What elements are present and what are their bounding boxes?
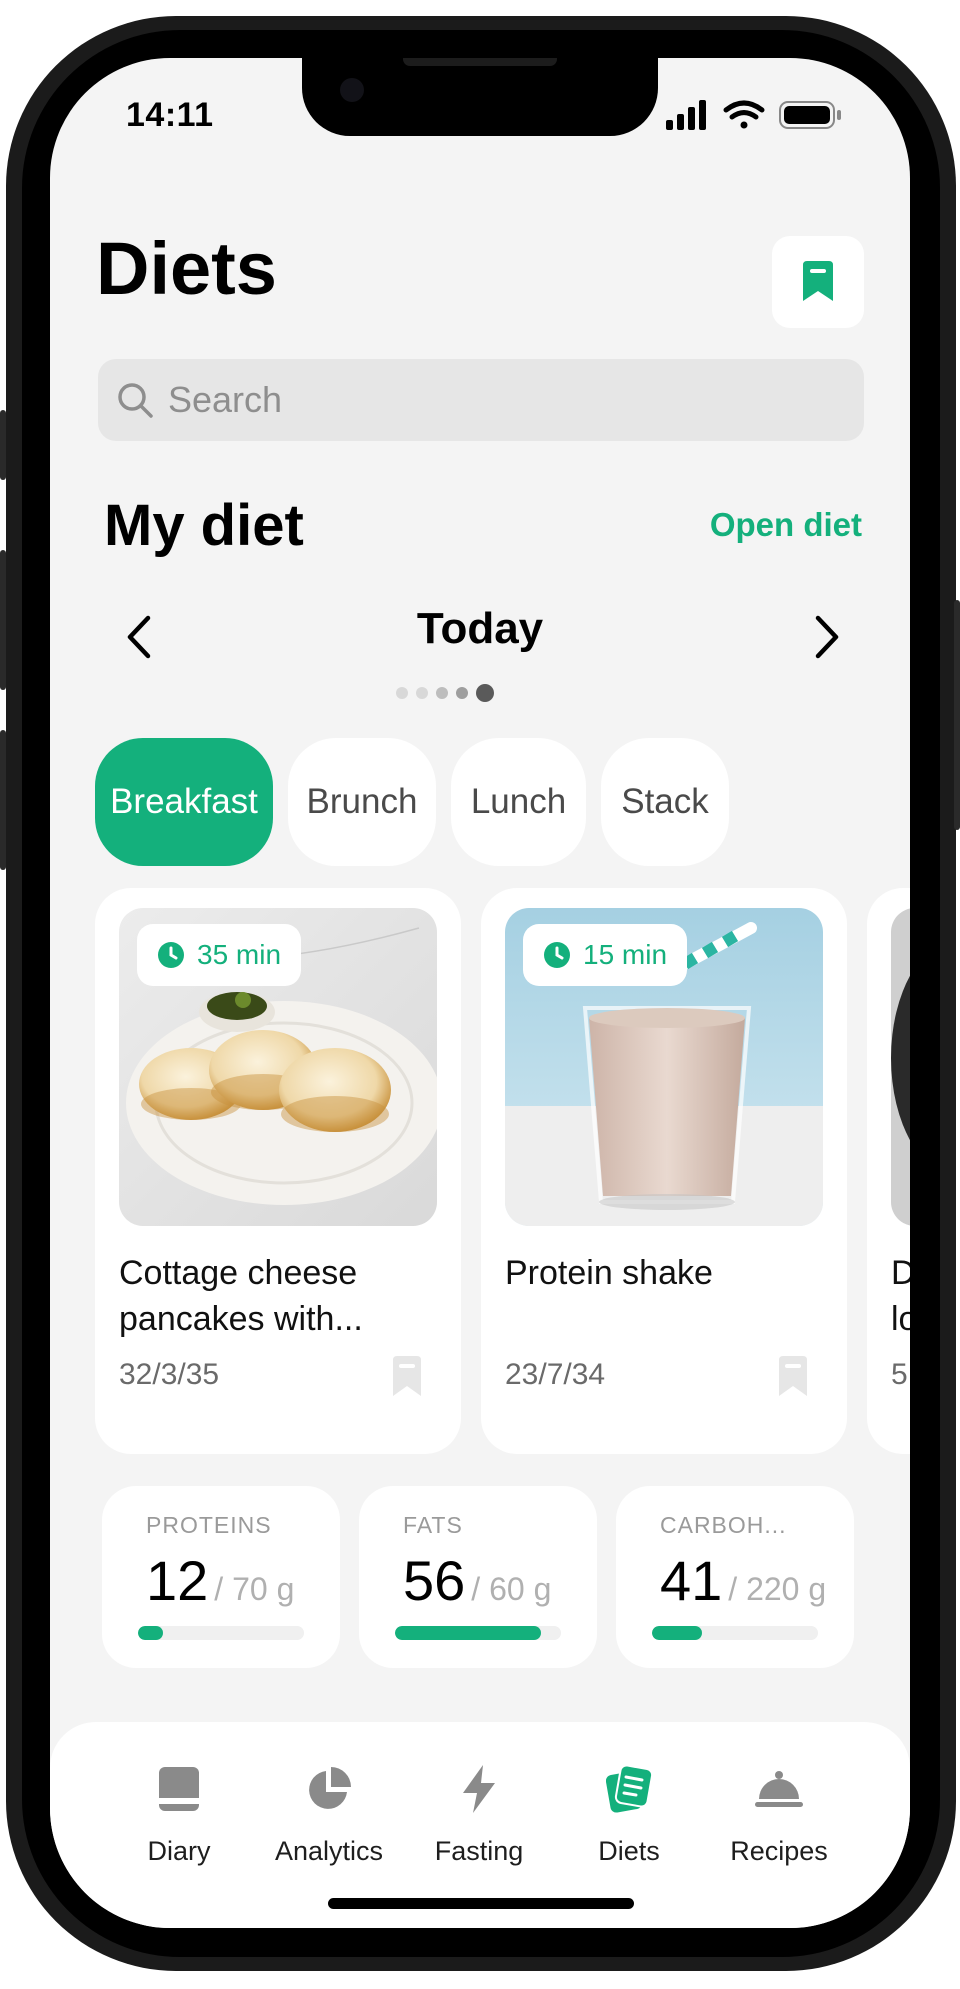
cook-time: 15 min bbox=[583, 939, 668, 970]
clock-icon bbox=[158, 942, 184, 968]
side-button bbox=[0, 410, 6, 480]
tab-label: Recipes bbox=[730, 1836, 828, 1866]
tab-diary[interactable]: Diary bbox=[104, 1762, 254, 1867]
nutrient-value: 56/ 60 g bbox=[403, 1548, 551, 1613]
meal-tab-lunch[interactable]: Lunch bbox=[451, 738, 586, 866]
recipe-name: D lo bbox=[891, 1254, 910, 1338]
home-indicator bbox=[328, 1898, 634, 1909]
diary-icon bbox=[159, 1767, 199, 1811]
recipe-name: Cottage cheese pancakes with... bbox=[119, 1254, 363, 1338]
chevron-right-icon[interactable] bbox=[808, 614, 844, 660]
nutrient-amount: 12 bbox=[146, 1549, 209, 1612]
tab-diets[interactable]: Diets bbox=[554, 1762, 704, 1867]
meal-tab-stack[interactable]: Stack bbox=[601, 738, 729, 866]
tab-label: Fasting bbox=[434, 1836, 524, 1866]
recipe-photo-partial bbox=[891, 908, 910, 1226]
nutrient-label: FATS bbox=[403, 1512, 463, 1538]
side-button bbox=[0, 550, 6, 690]
progress-fill bbox=[138, 1626, 163, 1640]
nutrient-label: CARBOH... bbox=[660, 1512, 787, 1538]
search-placeholder: Search bbox=[168, 379, 283, 420]
nutrient-card-fats: FATS 56/ 60 g bbox=[359, 1486, 597, 1668]
tab-label: Diets bbox=[598, 1836, 660, 1866]
nutrient-card-carbs: CARBOH... 41/ 220 g bbox=[616, 1486, 854, 1668]
tab-analytics[interactable]: Analytics bbox=[254, 1762, 404, 1867]
search-input[interactable]: Search bbox=[98, 359, 864, 441]
nutrient-progress-bar bbox=[652, 1626, 818, 1640]
meal-tab-breakfast[interactable]: Breakfast bbox=[95, 738, 273, 866]
search-icon bbox=[118, 383, 153, 418]
nutrient-progress-bar bbox=[138, 1626, 304, 1640]
tab-recipes[interactable]: Recipes bbox=[704, 1762, 854, 1867]
side-button bbox=[0, 730, 6, 870]
nutrient-value: 41/ 220 g bbox=[660, 1548, 826, 1613]
nutrient-goal: / 70 g bbox=[214, 1571, 295, 1607]
nutrient-amount: 41 bbox=[660, 1549, 723, 1612]
pager-dot[interactable] bbox=[396, 687, 408, 699]
pie-chart-icon bbox=[309, 1767, 351, 1809]
cook-time-badge: 35 min bbox=[137, 924, 302, 986]
recipe-macros: 32/3/35 bbox=[119, 1358, 220, 1391]
cook-time-badge: 15 min bbox=[523, 924, 688, 986]
nutrient-amount: 56 bbox=[403, 1549, 466, 1612]
nutrient-progress-bar bbox=[395, 1626, 561, 1640]
pager-dot[interactable] bbox=[416, 687, 428, 699]
cloche-icon bbox=[755, 1771, 803, 1807]
pager-dot-active[interactable] bbox=[476, 684, 494, 702]
saved-diets-button[interactable] bbox=[772, 236, 864, 328]
nutrient-value: 12/ 70 g bbox=[146, 1548, 294, 1613]
status-time: 14:11 bbox=[126, 96, 214, 134]
recipe-card[interactable]: 35 min Cottage cheese pancakes with... 3… bbox=[95, 888, 461, 1454]
nutrient-goal: / 220 g bbox=[728, 1571, 827, 1607]
recipe-name: Protein shake bbox=[505, 1254, 713, 1292]
pager-dot[interactable] bbox=[456, 687, 468, 699]
tab-label: Analytics bbox=[274, 1836, 384, 1866]
page-title: Diets bbox=[96, 227, 277, 310]
bookmark-icon bbox=[803, 261, 833, 301]
recipe-card[interactable]: 15 min Protein shake 23/7/34 bbox=[481, 888, 847, 1454]
meal-tab-brunch[interactable]: Brunch bbox=[288, 738, 436, 866]
nutrient-label: PROTEINS bbox=[146, 1512, 272, 1538]
speaker bbox=[403, 58, 557, 66]
lightning-icon bbox=[463, 1765, 495, 1813]
open-diet-link[interactable]: Open diet bbox=[710, 506, 862, 544]
pager-dot[interactable] bbox=[436, 687, 448, 699]
day-pager bbox=[396, 684, 494, 702]
nutrient-card-proteins: PROTEINS 12/ 70 g bbox=[102, 1486, 340, 1668]
notch bbox=[302, 58, 658, 136]
clock-icon bbox=[544, 942, 570, 968]
status-icons bbox=[666, 100, 841, 130]
progress-fill bbox=[395, 1626, 542, 1640]
section-title: My diet bbox=[104, 493, 304, 558]
diets-icon bbox=[606, 1765, 652, 1813]
progress-fill bbox=[652, 1626, 702, 1640]
wifi-icon bbox=[723, 100, 765, 129]
app-screen: 14:11 Diets Search My diet Open diet Tod… bbox=[50, 58, 910, 1928]
bookmark-icon[interactable] bbox=[777, 1356, 809, 1398]
tab-label: Diary bbox=[147, 1836, 211, 1866]
cook-time: 35 min bbox=[197, 939, 282, 970]
day-label: Today bbox=[416, 604, 544, 653]
bookmark-icon[interactable] bbox=[391, 1356, 423, 1398]
meal-tabs: Breakfast Brunch Lunch Stack bbox=[50, 738, 910, 866]
recipe-card[interactable]: D lo 5 bbox=[867, 888, 910, 1454]
recipe-macros: 23/7/34 bbox=[505, 1358, 606, 1391]
front-camera bbox=[340, 78, 364, 102]
cellular-signal-icon bbox=[666, 100, 706, 130]
battery-icon bbox=[779, 101, 841, 129]
recipe-macros: 5 bbox=[891, 1358, 908, 1391]
side-button bbox=[954, 600, 960, 830]
nutrient-goal: / 60 g bbox=[471, 1571, 552, 1607]
tab-fasting[interactable]: Fasting bbox=[404, 1762, 554, 1867]
